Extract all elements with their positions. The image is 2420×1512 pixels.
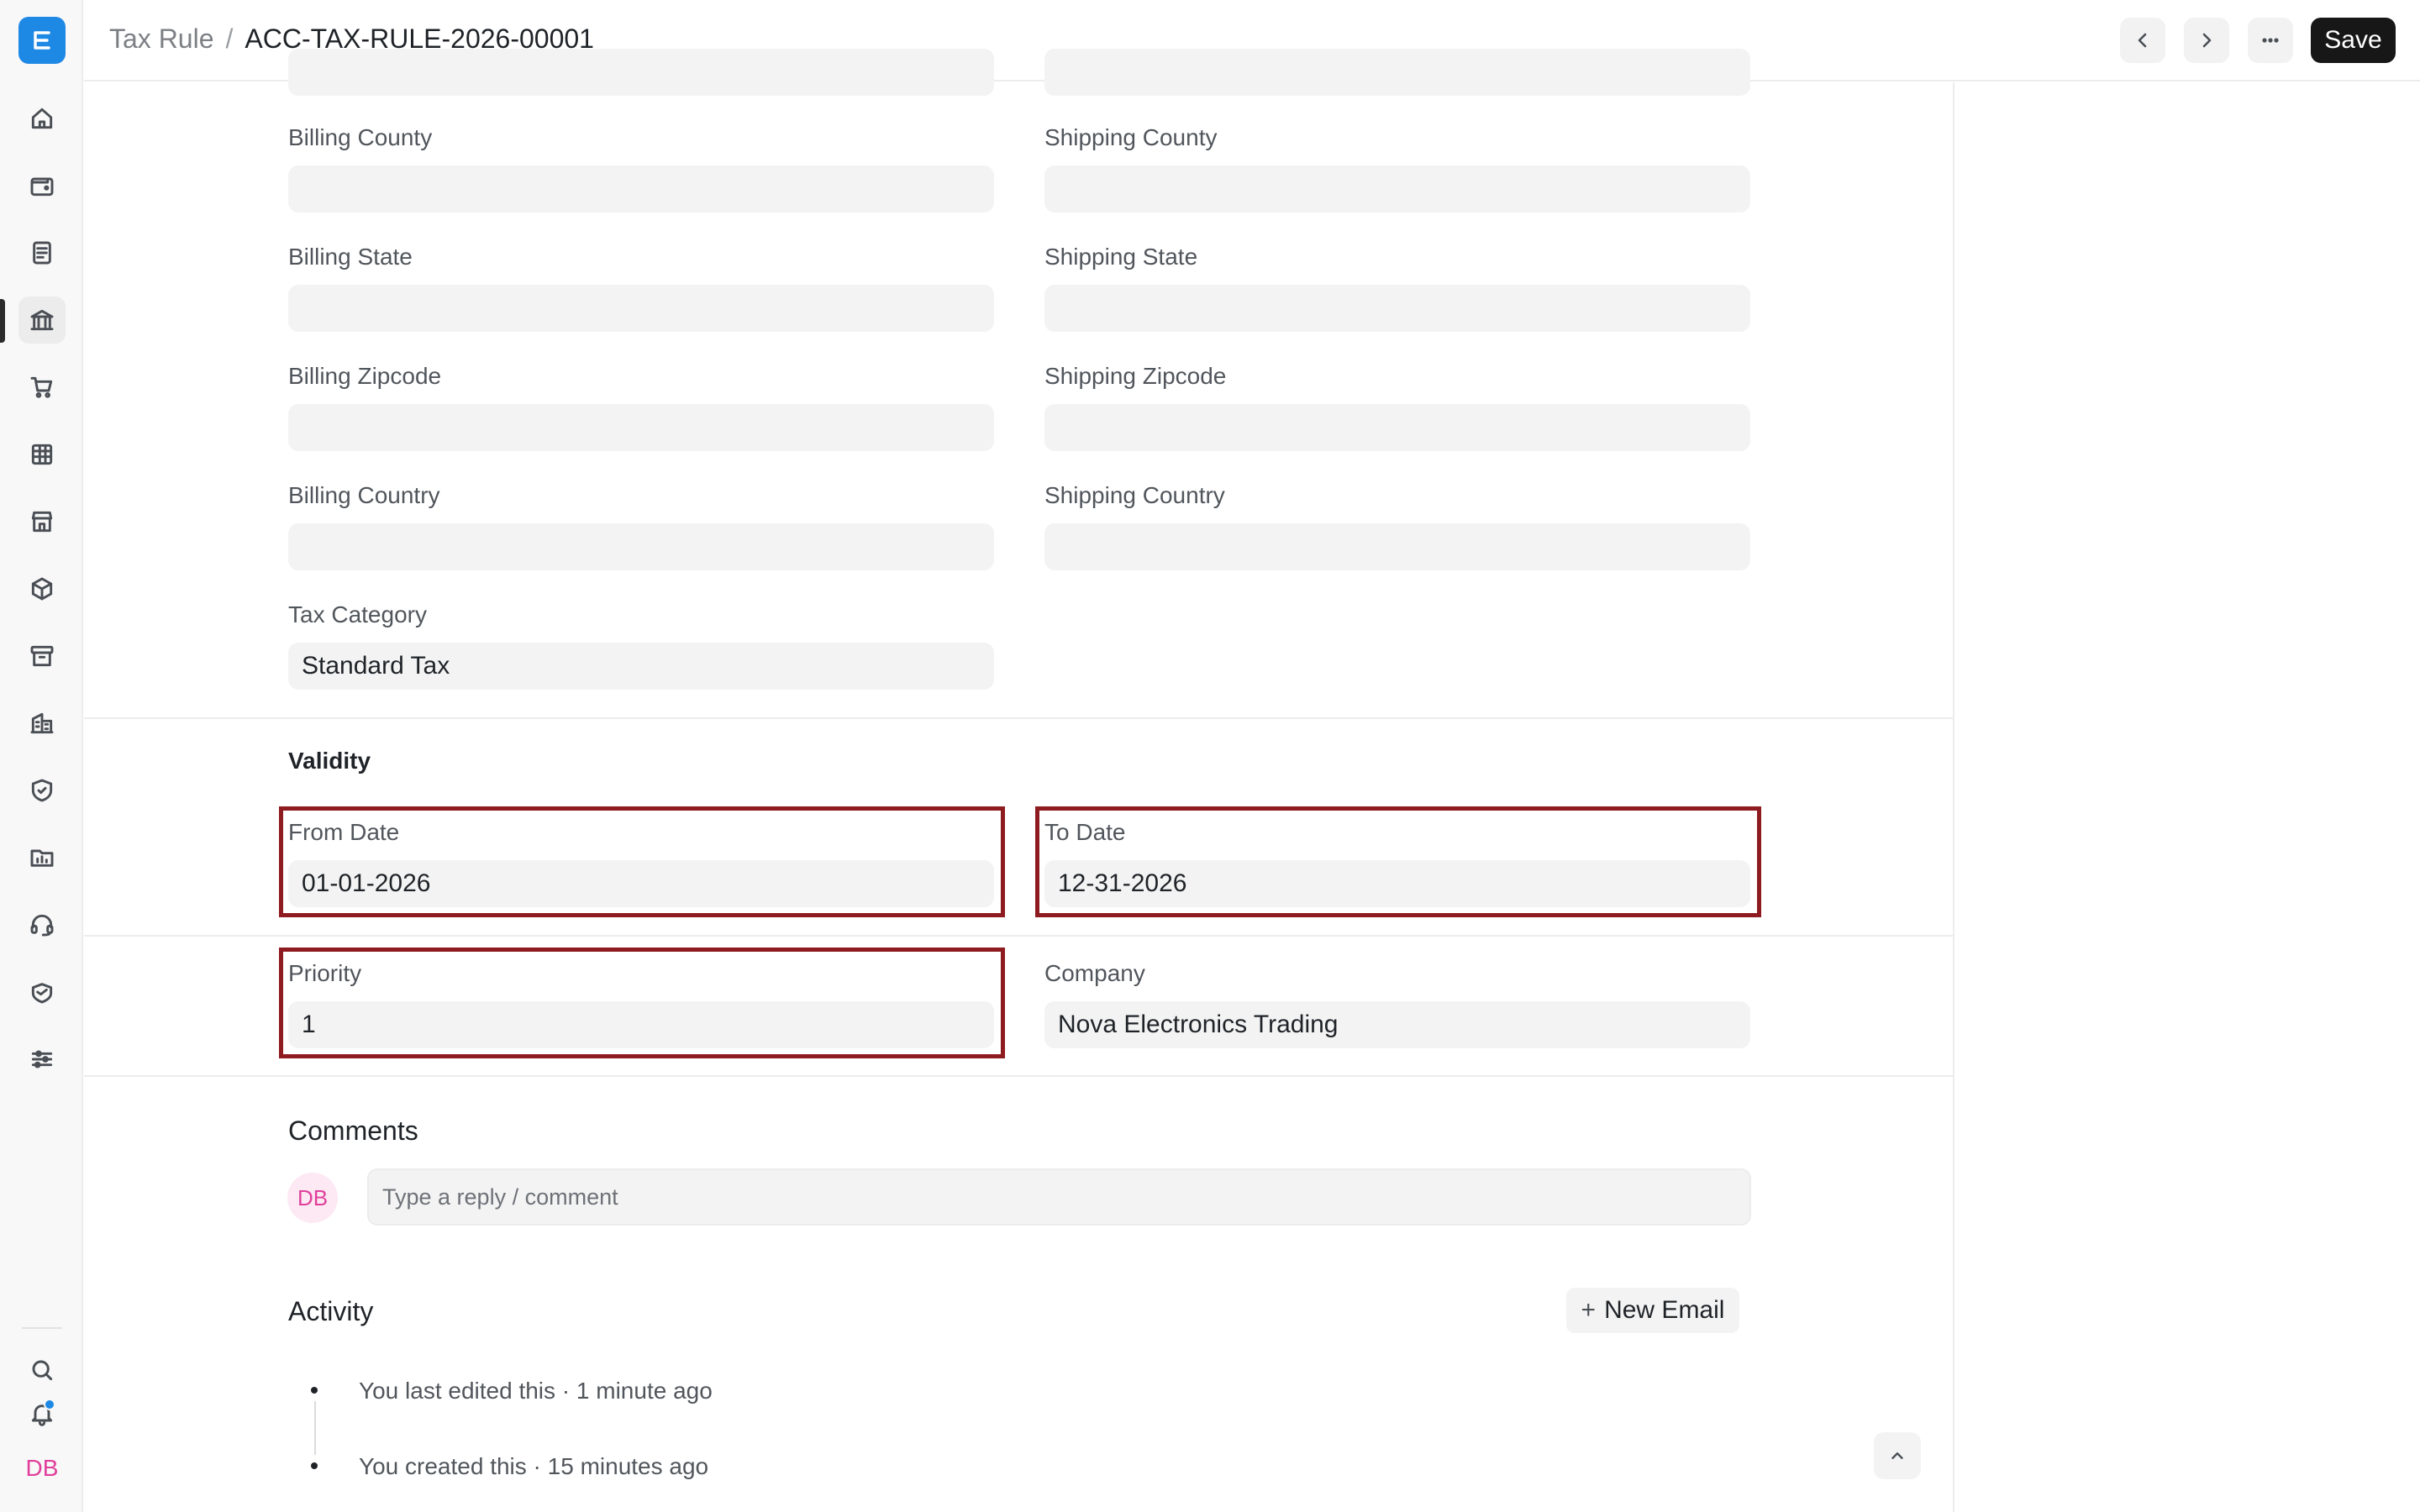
sidebar-separator — [22, 1327, 62, 1329]
activity-item: You last edited this · 1 minute ago — [359, 1378, 713, 1404]
archive-icon[interactable] — [18, 633, 66, 680]
to-date-highlight — [1035, 806, 1761, 917]
shipping-state-field[interactable] — [1044, 285, 1750, 332]
folder-chart-icon[interactable] — [18, 834, 66, 881]
activity-item: You created this · 15 minutes ago — [359, 1453, 709, 1479]
headset-icon[interactable] — [18, 901, 66, 948]
tax-category-field[interactable]: Standard Tax — [288, 643, 994, 690]
billing-zipcode-field[interactable] — [288, 404, 994, 451]
activity-bullet — [311, 1387, 318, 1394]
company-field[interactable]: Nova Electronics Trading — [1044, 1001, 1750, 1048]
billing-state-field[interactable] — [288, 285, 994, 332]
plus-icon: + — [1581, 1296, 1597, 1324]
store-icon[interactable] — [18, 498, 66, 545]
breadcrumb-parent-link[interactable]: Tax Rule — [109, 24, 214, 55]
cart-icon[interactable] — [18, 364, 66, 411]
shipping-zipcode-label: Shipping Zipcode — [1044, 363, 1227, 389]
bank-icon[interactable] — [18, 297, 66, 344]
new-email-button[interactable]: + New Email — [1566, 1288, 1739, 1333]
billing-zipcode-label: Billing Zipcode — [288, 363, 442, 389]
more-icon — [2262, 38, 2279, 43]
billing-city-field[interactable] — [288, 49, 994, 96]
chevron-left-icon — [2138, 33, 2147, 48]
section-divider — [84, 1075, 1954, 1077]
shipping-country-label: Shipping Country — [1044, 482, 1225, 508]
billing-county-label: Billing County — [288, 124, 433, 150]
shipping-county-field[interactable] — [1044, 165, 1750, 213]
app-logo-icon — [34, 31, 50, 50]
search-icon[interactable] — [18, 1347, 66, 1394]
activity-bullet — [311, 1462, 318, 1469]
sidebar: DB — [0, 0, 83, 1512]
section-divider — [84, 935, 1954, 937]
app-logo[interactable] — [18, 17, 66, 64]
activity-timeline-line — [314, 1401, 316, 1455]
billing-country-label: Billing Country — [288, 482, 440, 508]
next-record-button[interactable] — [2184, 18, 2229, 63]
billing-county-field[interactable] — [288, 165, 994, 213]
activity-title: Activity — [288, 1296, 374, 1326]
billing-country-field[interactable] — [288, 523, 994, 570]
save-button[interactable]: Save — [2311, 18, 2396, 63]
building-icon[interactable] — [18, 700, 66, 747]
sliders-icon[interactable] — [18, 1036, 66, 1083]
new-email-label: New Email — [1604, 1296, 1725, 1324]
shipping-city-field[interactable] — [1044, 49, 1750, 96]
billing-state-label: Billing State — [288, 244, 413, 270]
breadcrumb-separator: / — [225, 24, 234, 54]
company-label: Company — [1044, 960, 1145, 986]
home-icon[interactable] — [18, 95, 66, 142]
comment-input[interactable]: Type a reply / comment — [367, 1168, 1751, 1226]
notification-dot — [44, 1399, 55, 1410]
wallet-icon[interactable] — [18, 162, 66, 209]
chevron-right-icon — [2202, 33, 2212, 48]
shipping-state-label: Shipping State — [1044, 244, 1198, 270]
shipping-zipcode-field[interactable] — [1044, 404, 1750, 451]
cube-icon[interactable] — [18, 565, 66, 612]
scroll-to-top-button[interactable] — [1874, 1432, 1921, 1479]
table-icon[interactable] — [18, 431, 66, 478]
tax-category-label: Tax Category — [288, 601, 427, 627]
active-indicator — [0, 299, 5, 343]
shield-icon[interactable] — [18, 767, 66, 814]
document-icon[interactable] — [18, 229, 66, 276]
priority-highlight — [279, 948, 1005, 1058]
previous-record-button[interactable] — [2120, 18, 2165, 63]
shipping-county-label: Shipping County — [1044, 124, 1218, 150]
comments-title: Comments — [288, 1116, 418, 1146]
handshake-icon[interactable] — [18, 969, 66, 1016]
more-actions-button[interactable] — [2248, 18, 2293, 63]
comment-avatar: DB — [287, 1173, 338, 1223]
shipping-country-field[interactable] — [1044, 523, 1750, 570]
bell-icon[interactable] — [18, 1390, 66, 1437]
user-avatar[interactable]: DB — [18, 1445, 66, 1492]
from-date-highlight — [279, 806, 1005, 917]
chevron-up-icon — [1891, 1452, 1903, 1459]
validity-section-title: Validity — [288, 748, 371, 774]
section-divider — [84, 717, 1954, 719]
